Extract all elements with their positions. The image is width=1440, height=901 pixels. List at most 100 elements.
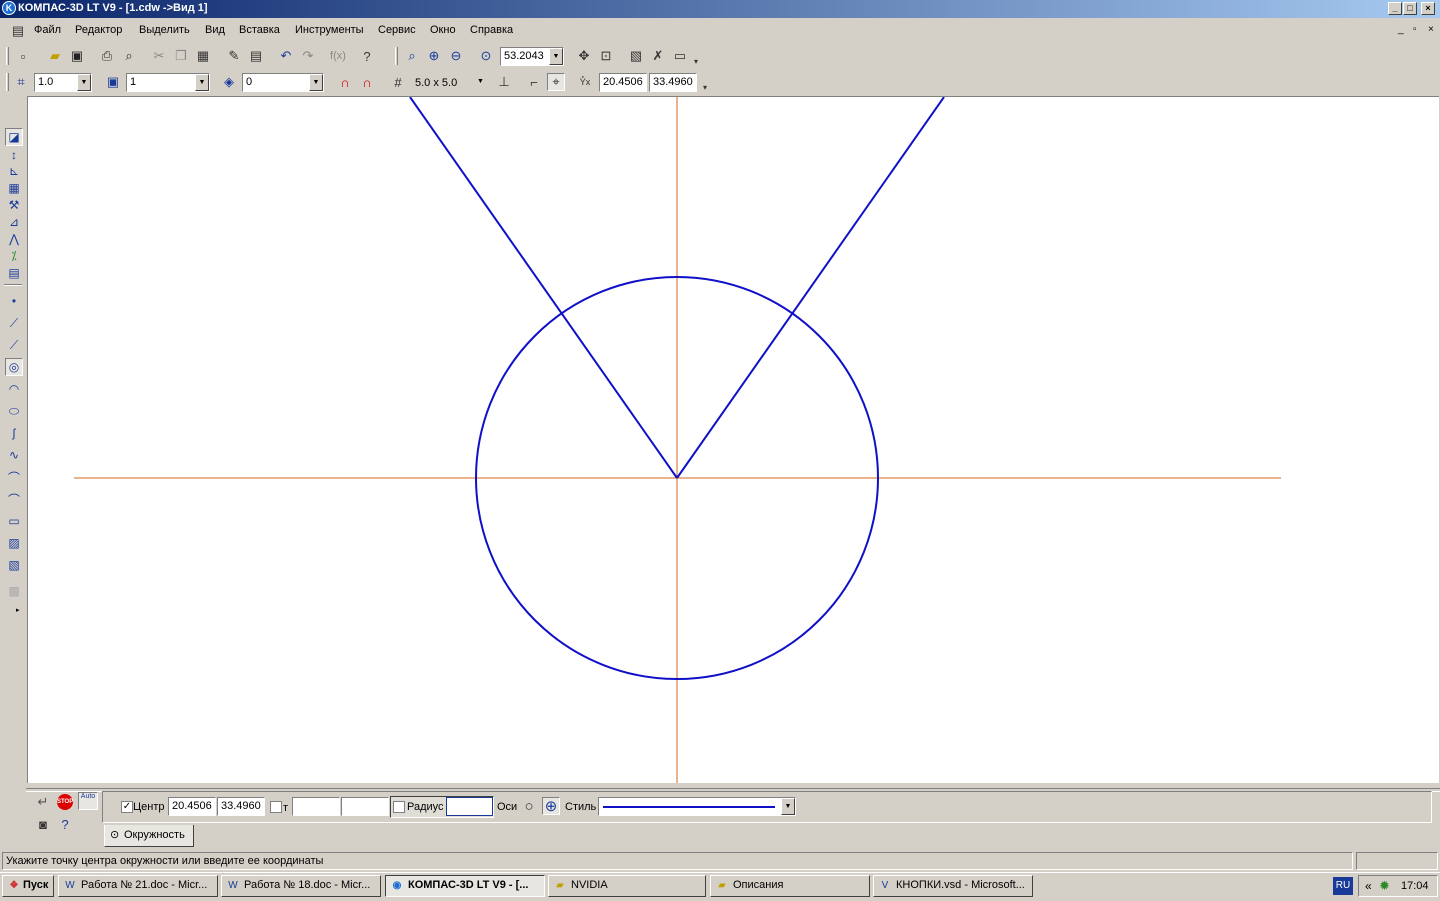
menu-window[interactable]: Окно bbox=[430, 24, 456, 36]
pan-icon[interactable]: ✥ bbox=[575, 47, 593, 65]
minimize-button[interactable]: _ bbox=[1388, 2, 1402, 15]
save-icon[interactable]: ▣ bbox=[68, 47, 86, 65]
spec-panel-icon[interactable]: ▤ bbox=[5, 264, 23, 282]
redo-icon[interactable]: ↷ bbox=[299, 47, 317, 65]
zoom-out-icon[interactable]: ⊖ bbox=[447, 47, 465, 65]
no-axes-icon[interactable]: ○ bbox=[520, 797, 538, 815]
task-button[interactable]: V КНОПКИ.vsd - Microsoft... bbox=[873, 875, 1033, 897]
chevron-down-icon[interactable]: ▼ bbox=[549, 48, 563, 65]
point-y-field[interactable] bbox=[341, 797, 389, 816]
center-y-field[interactable]: 33.4960 bbox=[217, 797, 265, 816]
geometry-panel-icon[interactable]: ◪ bbox=[5, 128, 23, 146]
task-button[interactable]: ◉ КОМПАС-3D LT V9 - [... bbox=[385, 875, 545, 897]
properties-icon[interactable]: ▤ bbox=[247, 47, 265, 65]
new-document-icon[interactable]: ▫ bbox=[14, 47, 32, 65]
menu-select[interactable]: Выделить bbox=[139, 24, 190, 36]
document-icon[interactable]: ▤ bbox=[9, 22, 27, 40]
arc-tool-icon[interactable]: ◠ bbox=[5, 380, 23, 398]
grid-step-value[interactable]: 5.0 x 5.0 bbox=[415, 77, 457, 89]
menu-tools[interactable]: Инструменты bbox=[295, 24, 364, 36]
start-button[interactable]: ❖ Пуск bbox=[2, 875, 54, 897]
view-combo[interactable]: 0 ▼ bbox=[242, 73, 324, 92]
center-x-field[interactable]: 20.4506 bbox=[168, 797, 216, 816]
coord-y-field[interactable]: 33.4960 bbox=[649, 73, 697, 92]
designations-panel-icon[interactable]: ⊾ bbox=[5, 162, 23, 180]
zoom-combo[interactable]: 53.2043 ▼ bbox=[500, 47, 564, 66]
title-bar[interactable]: K КОМПАС-3D LT V9 - [1.cdw ->Вид 1] _ □ … bbox=[0, 0, 1440, 18]
tab-circle[interactable]: ⊙ Окружность bbox=[104, 825, 194, 847]
chevron-down-icon[interactable]: ▼ bbox=[309, 74, 323, 91]
fill-tool-icon[interactable]: ▩ bbox=[5, 582, 23, 600]
associative-views-icon[interactable]: ⁒ bbox=[5, 247, 23, 265]
segment-tool-icon[interactable]: ⟋ bbox=[5, 336, 23, 354]
equidistant-tool-icon[interactable]: ▧ bbox=[5, 556, 23, 574]
mdi-restore-button[interactable]: ▫ bbox=[1413, 24, 1417, 35]
auto-create-button[interactable]: Auto bbox=[78, 792, 98, 810]
copy-properties-icon[interactable]: ✎ bbox=[225, 47, 243, 65]
zoom-in-icon[interactable]: ⊕ bbox=[425, 47, 443, 65]
layer-combo[interactable]: 1 ▼ bbox=[126, 73, 210, 92]
ortho-icon[interactable]: ⌐ bbox=[525, 73, 543, 91]
circle-tool-icon[interactable]: ◎ bbox=[5, 358, 23, 376]
stop-button[interactable]: STOP bbox=[57, 794, 73, 810]
toolbar-overflow-icon[interactable]: ▾ bbox=[691, 52, 701, 70]
task-button[interactable]: W Работа № 18.doc - Micr... bbox=[221, 875, 381, 897]
rectangle-tool-icon[interactable]: ▭ bbox=[5, 512, 23, 530]
kompas-app-icon[interactable]: K bbox=[2, 1, 16, 15]
toolbar-overflow-icon[interactable]: ▾ bbox=[700, 78, 710, 96]
toolbar-grip[interactable] bbox=[395, 47, 398, 65]
paste-icon[interactable]: ▦ bbox=[194, 47, 212, 65]
point-x-field[interactable] bbox=[292, 797, 340, 816]
task-button[interactable]: W Работа № 21.doc - Micr... bbox=[58, 875, 218, 897]
chevron-down-icon[interactable]: ▼ bbox=[477, 78, 484, 85]
chevron-right-icon[interactable]: ▸ bbox=[16, 606, 20, 614]
local-cs-icon[interactable]: ⊥ bbox=[495, 73, 513, 91]
ellipse-tool-icon[interactable]: ⬭ bbox=[5, 402, 23, 420]
chevron-down-icon[interactable]: ▼ bbox=[781, 798, 795, 815]
task-button[interactable]: ▰ Описания bbox=[710, 875, 870, 897]
task-button[interactable]: ▰ NVIDIA bbox=[548, 875, 706, 897]
coord-x-field[interactable]: 20.4506 bbox=[599, 73, 647, 92]
measure-panel-icon[interactable]: ⊿ bbox=[5, 213, 23, 231]
point-checkbox[interactable] bbox=[270, 801, 282, 813]
layer-icon[interactable]: ▣ bbox=[104, 73, 122, 91]
chevron-down-icon[interactable]: ▼ bbox=[195, 74, 209, 91]
with-axes-icon[interactable]: ⊕ bbox=[542, 797, 560, 815]
menu-file[interactable]: Файл bbox=[34, 24, 61, 36]
variables-icon[interactable]: f(x) bbox=[329, 47, 347, 65]
mdi-minimize-button[interactable]: _ bbox=[1398, 24, 1404, 35]
tray-arrows[interactable]: « bbox=[1365, 879, 1372, 893]
regenerate-icon[interactable]: ▧ bbox=[627, 47, 645, 65]
selection-panel-icon[interactable]: ⋀ bbox=[5, 230, 23, 248]
toolbar-grip[interactable] bbox=[6, 47, 9, 65]
fillet-tool-icon[interactable]: ⌒ bbox=[5, 468, 23, 486]
center-checkbox[interactable]: ✓ bbox=[121, 801, 133, 813]
mdi-close-button[interactable]: × bbox=[1428, 24, 1434, 35]
grid-icon[interactable]: # bbox=[389, 73, 407, 91]
polyline-tool-icon[interactable]: ʃ bbox=[5, 424, 23, 442]
cut-icon[interactable]: ✂ bbox=[150, 47, 168, 65]
menu-help[interactable]: Справка bbox=[470, 24, 513, 36]
zoom-scale-icon[interactable]: ⊙ bbox=[477, 47, 495, 65]
zoom-window-icon[interactable]: ⌕ bbox=[403, 47, 421, 65]
snap-magnet-icon[interactable]: ∩ bbox=[336, 73, 354, 91]
print-icon[interactable]: ⎙ bbox=[98, 47, 116, 65]
view-icon[interactable]: ◈ bbox=[220, 73, 238, 91]
chamfer-tool-icon[interactable]: ⌒ bbox=[5, 490, 23, 508]
line-style-combo[interactable]: ▼ bbox=[598, 797, 796, 816]
round-icon[interactable]: ⌖ bbox=[547, 73, 565, 91]
help-pointer-icon[interactable]: ? bbox=[358, 47, 376, 65]
cursor-step-icon[interactable]: ⌗ bbox=[12, 73, 30, 91]
chevron-down-icon[interactable]: ▼ bbox=[77, 74, 91, 91]
editing-panel-icon[interactable]: ▦ bbox=[5, 179, 23, 197]
toolbar-grip[interactable] bbox=[6, 73, 9, 91]
print-preview-icon[interactable]: ⌕ bbox=[120, 47, 138, 65]
parametrization-panel-icon[interactable]: ⚒ bbox=[5, 196, 23, 214]
measure-icon[interactable]: ✗ bbox=[649, 47, 667, 65]
radius-checkbox[interactable] bbox=[393, 801, 405, 813]
undo-icon[interactable]: ↶ bbox=[277, 47, 295, 65]
radius-field[interactable] bbox=[446, 797, 493, 816]
camera-icon[interactable]: ◙ bbox=[34, 815, 52, 833]
create-object-icon[interactable]: ↵ bbox=[34, 793, 52, 811]
menu-edit[interactable]: Редактор bbox=[75, 24, 122, 36]
